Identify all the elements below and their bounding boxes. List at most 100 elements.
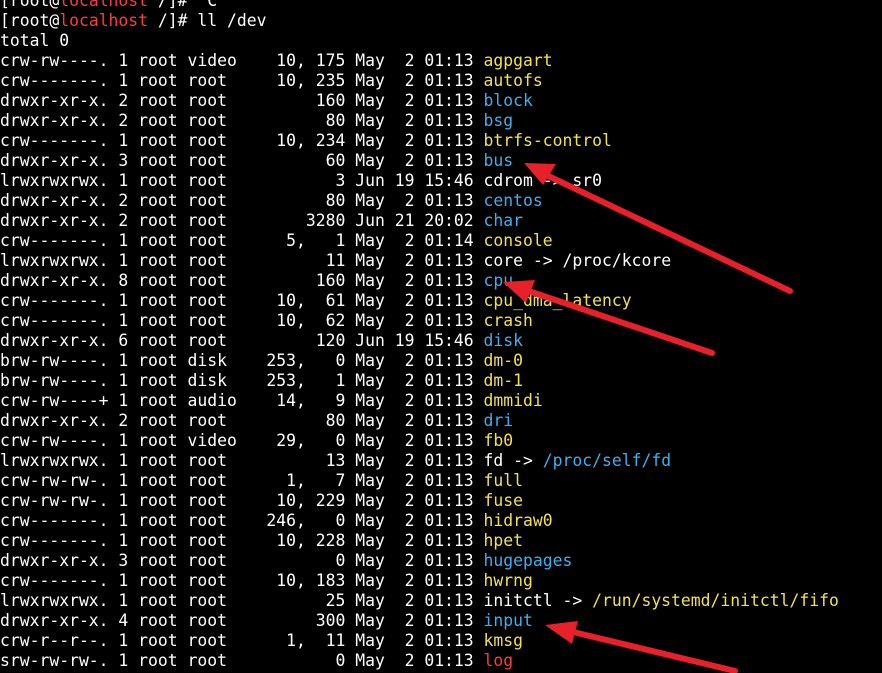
listing-row: crw-------. 1 root root 10, 61 May 2 01:… bbox=[0, 291, 882, 311]
prompt-line-interrupt: [root@localhost /]# ^C bbox=[0, 0, 882, 11]
listing-row: crw-------. 1 root root 5, 1 May 2 01:14… bbox=[0, 231, 882, 251]
file-metadata: crw-rw-rw-. 1 root root 10, 229 May 2 01… bbox=[0, 491, 484, 510]
listing-row: crw-rw----. 1 root video 29, 0 May 2 01:… bbox=[0, 431, 882, 451]
file-metadata: crw-rw----. 1 root video 29, 0 May 2 01:… bbox=[0, 431, 484, 450]
file-name: fd bbox=[483, 451, 504, 470]
listing-row: drwxr-xr-x. 3 root root 60 May 2 01:13 b… bbox=[0, 151, 882, 171]
file-name: input bbox=[483, 611, 533, 630]
file-metadata: drwxr-xr-x. 2 root root 80 May 2 01:13 bbox=[0, 191, 484, 210]
file-metadata: drwxr-xr-x. 6 root root 120 Jun 19 15:46 bbox=[0, 331, 484, 350]
listing-row: drwxr-xr-x. 2 root root 80 May 2 01:13 d… bbox=[0, 411, 882, 431]
file-metadata: drwxr-xr-x. 2 root root 80 May 2 01:13 bbox=[0, 411, 484, 430]
listing-row: lrwxrwxrwx. 1 root root 25 May 2 01:13 i… bbox=[0, 591, 882, 611]
file-name: hwrng bbox=[483, 571, 533, 590]
directory-listing: crw-rw----. 1 root video 10, 175 May 2 0… bbox=[0, 51, 882, 671]
listing-row: lrwxrwxrwx. 1 root root 13 May 2 01:13 f… bbox=[0, 451, 882, 471]
file-metadata: lrwxrwxrwx. 1 root root 3 Jun 19 15:46 bbox=[0, 171, 484, 190]
file-metadata: drwxr-xr-x. 8 root root 160 May 2 01:13 bbox=[0, 271, 484, 290]
listing-row: drwxr-xr-x. 6 root root 120 Jun 19 15:46… bbox=[0, 331, 882, 351]
symlink-arrow: -> bbox=[552, 591, 593, 610]
file-metadata: drwxr-xr-x. 4 root root 300 May 2 01:13 bbox=[0, 611, 484, 630]
file-metadata: drwxr-xr-x. 3 root root 60 May 2 01:13 bbox=[0, 151, 484, 170]
file-metadata: crw-------. 1 root root 246, 0 May 2 01:… bbox=[0, 511, 484, 530]
terminal-output[interactable]: [root@localhost /]# ^C [root@localhost /… bbox=[0, 0, 882, 671]
file-name: bsg bbox=[483, 111, 514, 130]
file-metadata: drwxr-xr-x. 3 root root 0 May 2 01:13 bbox=[0, 551, 484, 570]
file-metadata: crw-rw----+ 1 root audio 14, 9 May 2 01:… bbox=[0, 391, 484, 410]
symlink-arrow: -> bbox=[523, 251, 563, 270]
file-metadata: brw-rw----. 1 root disk 253, 1 May 2 01:… bbox=[0, 371, 484, 390]
listing-row: crw-------. 1 root root 10, 183 May 2 01… bbox=[0, 571, 882, 591]
file-metadata: crw-------. 1 root root 10, 61 May 2 01:… bbox=[0, 291, 484, 310]
file-name: console bbox=[483, 231, 553, 250]
file-name: bus bbox=[483, 151, 514, 170]
file-name: cpu_dma_latency bbox=[483, 291, 632, 310]
file-metadata: crw-------. 1 root root 10, 234 May 2 01… bbox=[0, 131, 484, 150]
file-name: disk bbox=[483, 331, 524, 350]
symlink-arrow: -> bbox=[503, 451, 543, 470]
total-line: total 0 bbox=[0, 31, 70, 50]
file-metadata: brw-rw----. 1 root disk 253, 0 May 2 01:… bbox=[0, 351, 484, 370]
file-name: autofs bbox=[483, 71, 543, 90]
listing-row: brw-rw----. 1 root disk 253, 1 May 2 01:… bbox=[0, 371, 882, 391]
listing-row: drwxr-xr-x. 2 root root 3280 Jun 21 20:0… bbox=[0, 211, 882, 231]
file-name: dri bbox=[483, 411, 514, 430]
symlink-arrow: -> bbox=[532, 171, 573, 190]
file-metadata: srw-rw-rw-. 1 root root 0 May 2 01:13 bbox=[0, 651, 484, 670]
file-metadata: drwxr-xr-x. 2 root root 3280 Jun 21 20:0… bbox=[0, 211, 484, 230]
file-name: initctl bbox=[483, 591, 553, 610]
listing-row: crw-------. 1 root root 10, 234 May 2 01… bbox=[0, 131, 882, 151]
file-name: cdrom bbox=[483, 171, 533, 190]
listing-row: crw-------. 1 root root 10, 228 May 2 01… bbox=[0, 531, 882, 551]
listing-row: drwxr-xr-x. 4 root root 300 May 2 01:13 … bbox=[0, 611, 882, 631]
prompt-tail: /]# bbox=[148, 11, 198, 30]
listing-row: brw-rw----. 1 root disk 253, 0 May 2 01:… bbox=[0, 351, 882, 371]
file-metadata: crw-rw----. 1 root video 10, 175 May 2 0… bbox=[0, 51, 484, 70]
command-text: ll /dev bbox=[197, 11, 267, 30]
file-name: hidraw0 bbox=[483, 511, 553, 530]
listing-row: crw-rw-rw-. 1 root root 10, 229 May 2 01… bbox=[0, 491, 882, 511]
prompt-user: [root@ bbox=[0, 0, 60, 10]
file-metadata: lrwxrwxrwx. 1 root root 11 May 2 01:13 bbox=[0, 251, 484, 270]
file-metadata: crw-------. 1 root root 10, 183 May 2 01… bbox=[0, 571, 484, 590]
listing-row: crw-------. 1 root root 10, 235 May 2 01… bbox=[0, 71, 882, 91]
file-name: char bbox=[483, 211, 524, 230]
listing-row: crw-------. 1 root root 10, 62 May 2 01:… bbox=[0, 311, 882, 331]
listing-row: drwxr-xr-x. 3 root root 0 May 2 01:13 hu… bbox=[0, 551, 882, 571]
symlink-target: /proc/self/fd bbox=[542, 451, 672, 470]
file-metadata: lrwxrwxrwx. 1 root root 25 May 2 01:13 bbox=[0, 591, 484, 610]
prompt-tail: /]# bbox=[148, 0, 198, 10]
prompt-line-command: [root@localhost /]# ll /dev bbox=[0, 11, 882, 31]
prompt-host: localhost bbox=[59, 0, 149, 10]
file-name: agpgart bbox=[483, 51, 553, 70]
file-name: hpet bbox=[483, 531, 524, 550]
file-name: cpu bbox=[483, 271, 514, 290]
file-name: log bbox=[483, 651, 514, 670]
listing-row: crw-r--r--. 1 root root 1, 11 May 2 01:1… bbox=[0, 631, 882, 651]
listing-row: crw-rw----. 1 root video 10, 175 May 2 0… bbox=[0, 51, 882, 71]
file-metadata: crw-r--r--. 1 root root 1, 11 May 2 01:1… bbox=[0, 631, 484, 650]
file-name: crash bbox=[483, 311, 533, 330]
listing-row: drwxr-xr-x. 2 root root 160 May 2 01:13 … bbox=[0, 91, 882, 111]
file-metadata: crw-------. 1 root root 10, 62 May 2 01:… bbox=[0, 311, 484, 330]
listing-row: crw-rw----+ 1 root audio 14, 9 May 2 01:… bbox=[0, 391, 882, 411]
file-name: dm-0 bbox=[483, 351, 524, 370]
file-name: core bbox=[483, 251, 524, 270]
prompt-host: localhost bbox=[59, 11, 149, 30]
interrupt-text: ^C bbox=[197, 0, 218, 10]
file-name: dmmidi bbox=[483, 391, 543, 410]
file-name: block bbox=[483, 91, 533, 110]
file-name: fb0 bbox=[483, 431, 514, 450]
file-metadata: crw-------. 1 root root 10, 228 May 2 01… bbox=[0, 531, 484, 550]
file-name: full bbox=[483, 471, 524, 490]
file-metadata: crw-------. 1 root root 10, 235 May 2 01… bbox=[0, 71, 484, 90]
file-metadata: drwxr-xr-x. 2 root root 160 May 2 01:13 bbox=[0, 91, 484, 110]
file-name: hugepages bbox=[483, 551, 573, 570]
symlink-target: /proc/kcore bbox=[562, 251, 672, 270]
file-metadata: lrwxrwxrwx. 1 root root 13 May 2 01:13 bbox=[0, 451, 484, 470]
symlink-target: /run/systemd/initctl/fifo bbox=[592, 591, 839, 610]
listing-row: drwxr-xr-x. 2 root root 80 May 2 01:13 c… bbox=[0, 191, 882, 211]
listing-row: srw-rw-rw-. 1 root root 0 May 2 01:13 lo… bbox=[0, 651, 882, 671]
listing-row: lrwxrwxrwx. 1 root root 3 Jun 19 15:46 c… bbox=[0, 171, 882, 191]
listing-row: drwxr-xr-x. 8 root root 160 May 2 01:13 … bbox=[0, 271, 882, 291]
